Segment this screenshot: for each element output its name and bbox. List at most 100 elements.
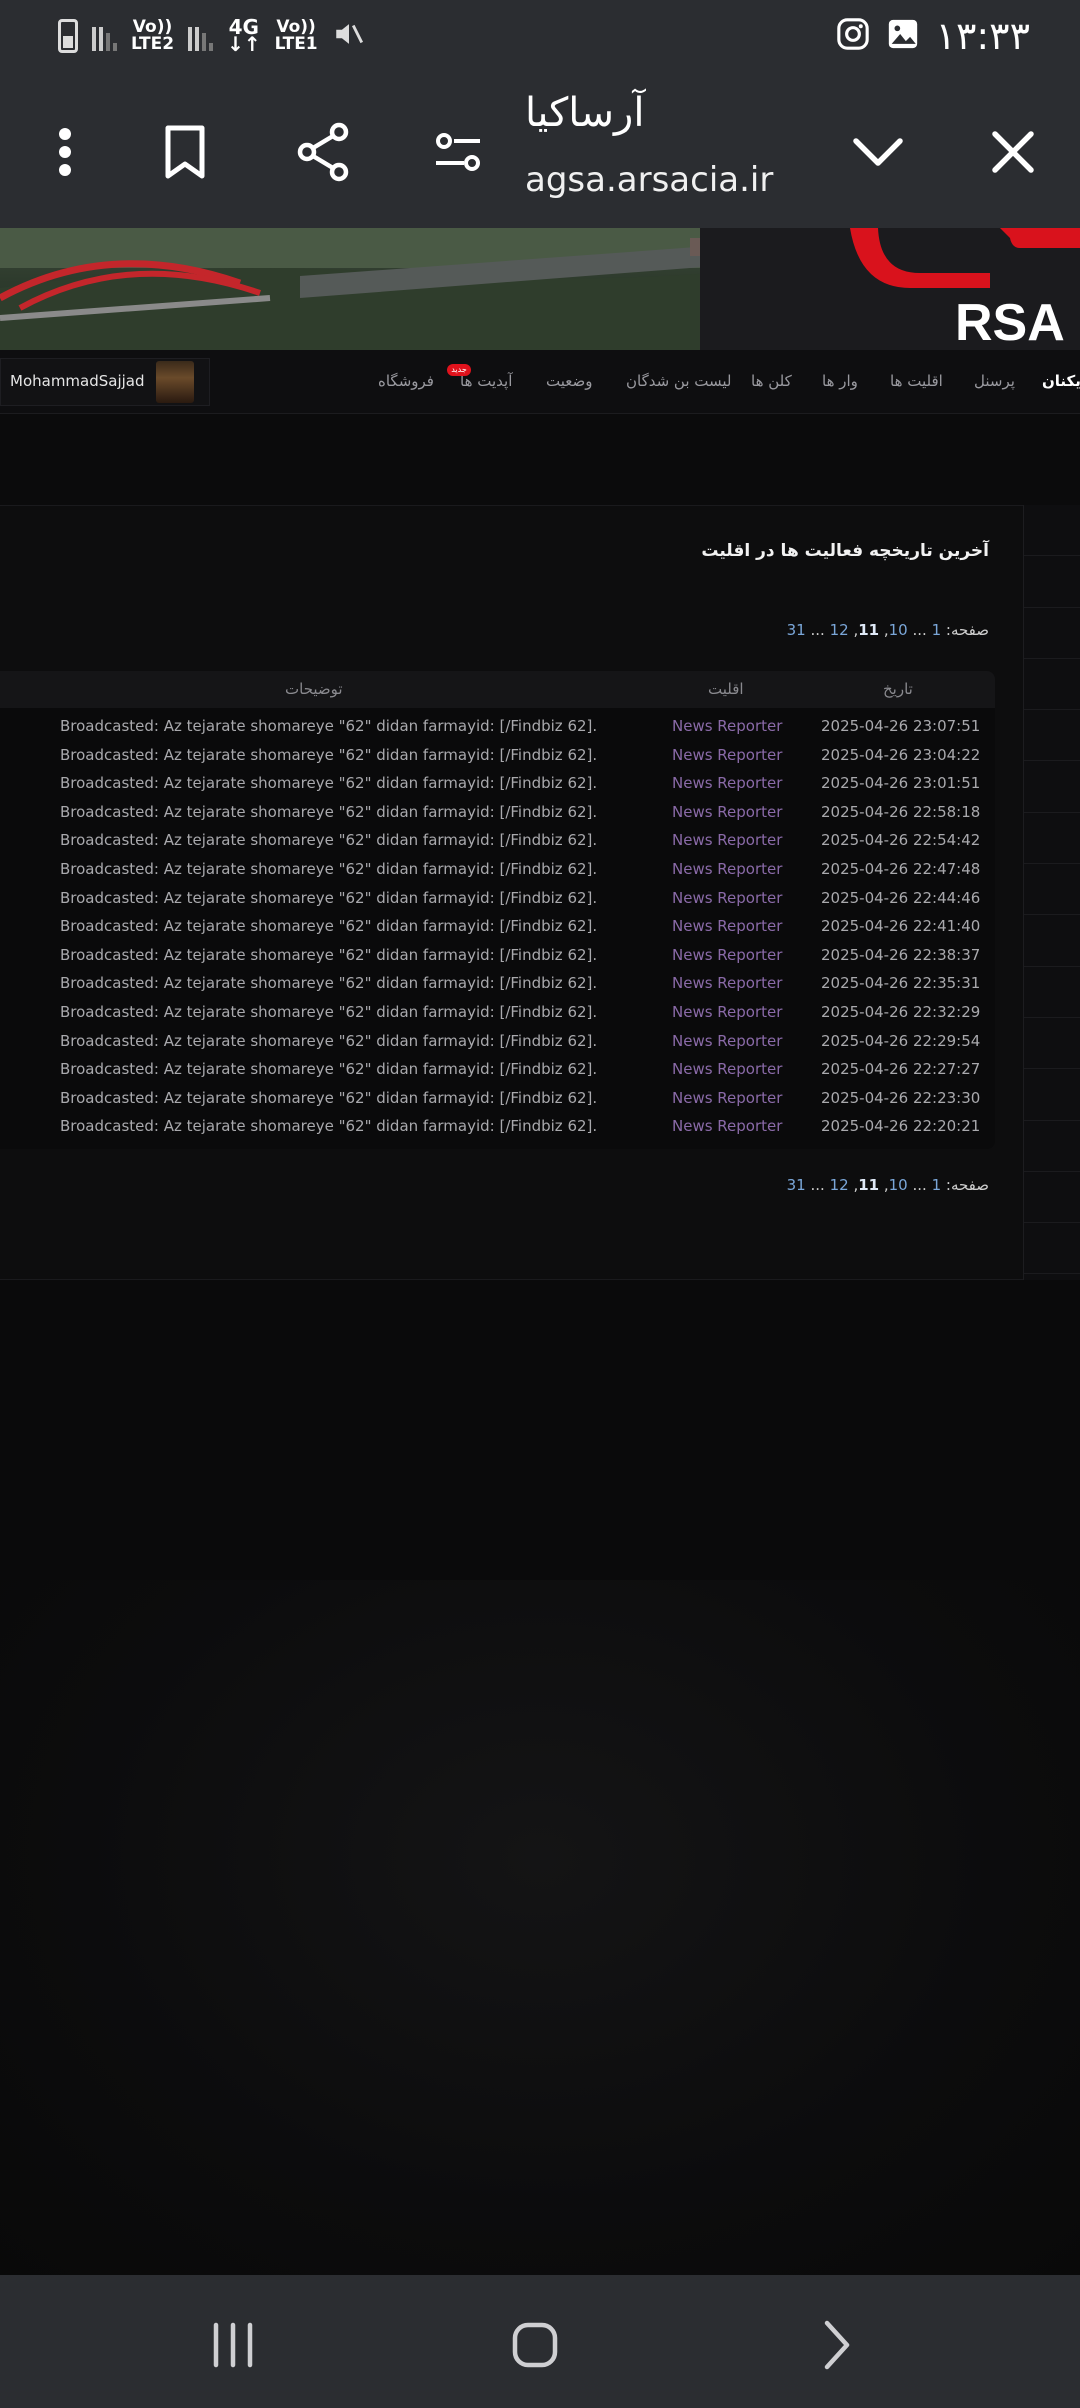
side-menu-item[interactable] (1024, 967, 1080, 1018)
network-label-2: 4G ↓↑ (227, 17, 261, 56)
browser-toolbar: آرساکیا agsa.arsacia.ir (0, 72, 1080, 228)
row-description: Broadcasted: Az tejarate shomareye "62" … (60, 1031, 598, 1050)
banner-art: RSA (0, 228, 1080, 350)
table-row: Broadcasted: Az tejarate shomareye "62" … (0, 1028, 995, 1056)
chevron-down-icon[interactable] (843, 117, 913, 187)
side-menu-item[interactable] (1024, 915, 1080, 967)
table-row: Broadcasted: Az tejarate shomareye "62" … (0, 1113, 995, 1141)
new-badge: جدید (447, 364, 471, 376)
row-faction-link[interactable]: News Reporter (672, 1060, 782, 1078)
row-faction-link[interactable]: News Reporter (672, 1089, 782, 1107)
net3-bottom: LTE1 (274, 34, 318, 54)
side-menu-item[interactable] (1024, 608, 1080, 659)
nav-shop[interactable]: فروشگاه (378, 372, 434, 390)
signal-icon (92, 21, 117, 51)
row-faction-link[interactable]: News Reporter (672, 946, 782, 964)
nav-players[interactable]: ازیکنان (1042, 372, 1080, 390)
bookmark-icon[interactable] (150, 117, 220, 187)
row-date: 2025-04-26 22:44:46 (821, 888, 981, 907)
gallery-icon (886, 17, 920, 55)
side-menu-item[interactable] (1024, 1172, 1080, 1224)
tune-icon[interactable] (423, 117, 493, 187)
pager-label: صفحه: (941, 621, 989, 639)
header-date: تاریخ (883, 680, 913, 698)
page-link-12[interactable]: 12 (830, 621, 849, 639)
page-current-11: 11 (858, 621, 880, 639)
pager-ellipsis: ... (805, 1176, 830, 1194)
nav-factions[interactable]: اقلیت ها (890, 372, 943, 390)
side-menu-item[interactable] (1024, 761, 1080, 813)
user-menu[interactable]: MohammadSajjad (0, 358, 210, 406)
table-row: Broadcasted: Az tejarate shomareye "62" … (0, 999, 995, 1027)
row-faction-link[interactable]: News Reporter (672, 774, 782, 792)
row-faction-link[interactable]: News Reporter (672, 1032, 782, 1050)
row-description: Broadcasted: Az tejarate shomareye "62" … (60, 888, 598, 907)
table-row: Broadcasted: Az tejarate shomareye "62" … (0, 799, 995, 827)
row-faction-link[interactable]: News Reporter (672, 746, 782, 764)
status-left: Vo)) LTE2 4G ↓↑ Vo)) LTE1 (58, 16, 366, 56)
mute-icon (332, 17, 366, 55)
pager-ellipsis: ... (805, 621, 830, 639)
side-menu-item[interactable] (1024, 1223, 1080, 1275)
page-link-31[interactable]: 31 (787, 1176, 806, 1194)
row-faction-link[interactable]: News Reporter (672, 860, 782, 878)
page-url[interactable]: agsa.arsacia.ir (525, 160, 773, 200)
svg-text:RSA: RSA (955, 294, 1065, 350)
row-description: Broadcasted: Az tejarate shomareye "62" … (60, 1003, 598, 1021)
row-description: Broadcasted: Az tejarate shomareye "62" … (60, 974, 598, 993)
row-faction-link[interactable]: News Reporter (672, 717, 782, 735)
page-link-12[interactable]: 12 (830, 1176, 849, 1194)
page-link-31[interactable]: 31 (787, 621, 806, 639)
page-link-1[interactable]: 1 (932, 621, 942, 639)
side-menu-item[interactable] (1024, 1121, 1080, 1172)
home-icon[interactable] (495, 2305, 575, 2385)
more-vert-icon[interactable] (30, 117, 100, 187)
row-faction-link[interactable]: News Reporter (672, 1003, 782, 1021)
side-menu-item[interactable] (1024, 864, 1080, 916)
row-description: Broadcasted: Az tejarate shomareye "62" … (60, 745, 598, 764)
row-date: 2025-04-26 22:35:31 (821, 974, 981, 993)
pager-label: صفحه: (941, 1176, 989, 1194)
page-link-10[interactable]: 10 (889, 621, 908, 639)
username: MohammadSajjad (10, 372, 145, 390)
page-link-10[interactable]: 10 (889, 1176, 908, 1194)
row-faction-link[interactable]: News Reporter (672, 889, 782, 907)
share-icon[interactable] (288, 117, 358, 187)
side-menu-item[interactable] (1024, 556, 1080, 608)
network-label-1: Vo)) LTE2 (131, 19, 174, 53)
row-date: 2025-04-26 23:07:51 (821, 717, 981, 735)
side-menu-item[interactable] (1024, 710, 1080, 762)
side-menu-item[interactable] (1024, 813, 1080, 865)
nav-status[interactable]: وضعیت (546, 372, 592, 390)
nav-staff[interactable]: پرسنل (974, 372, 1015, 390)
page-link-1[interactable]: 1 (932, 1176, 942, 1194)
row-date: 2025-04-26 22:29:54 (821, 1031, 981, 1050)
page-background (0, 1580, 1080, 2275)
row-date: 2025-04-26 22:20:21 (821, 1117, 981, 1136)
clock: ۱۳:۳۳ (935, 14, 1030, 58)
side-menu-item[interactable] (1024, 505, 1080, 557)
table-row: Broadcasted: Az tejarate shomareye "62" … (0, 742, 995, 770)
row-faction-link[interactable]: News Reporter (672, 974, 782, 992)
side-menu-item[interactable] (1024, 1018, 1080, 1070)
row-faction-link[interactable]: News Reporter (672, 831, 782, 849)
table-row: Broadcasted: Az tejarate shomareye "62" … (0, 856, 995, 884)
row-description: Broadcasted: Az tejarate shomareye "62" … (60, 831, 598, 850)
row-faction-link[interactable]: News Reporter (672, 917, 782, 935)
nav-banned-list[interactable]: لیست بن شدگان (626, 372, 732, 390)
row-date: 2025-04-26 23:01:51 (821, 774, 981, 793)
recents-icon[interactable] (193, 2305, 273, 2385)
back-icon[interactable] (797, 2305, 877, 2385)
side-menu-item[interactable] (1024, 659, 1080, 711)
side-menu-item[interactable] (1024, 1069, 1080, 1121)
nav-clans[interactable]: کلن ها (751, 372, 792, 390)
pager-ellipsis: ... (907, 1176, 932, 1194)
row-faction-link[interactable]: News Reporter (672, 803, 782, 821)
row-date: 2025-04-26 22:38:37 (821, 945, 981, 964)
row-description: Broadcasted: Az tejarate shomareye "62" … (60, 1117, 598, 1136)
net2-bottom: ↓↑ (227, 32, 261, 56)
nav-wars[interactable]: وار ها (822, 372, 858, 390)
row-faction-link[interactable]: News Reporter (672, 1117, 782, 1135)
row-description: Broadcasted: Az tejarate shomareye "62" … (60, 774, 598, 793)
close-icon[interactable] (978, 117, 1048, 187)
